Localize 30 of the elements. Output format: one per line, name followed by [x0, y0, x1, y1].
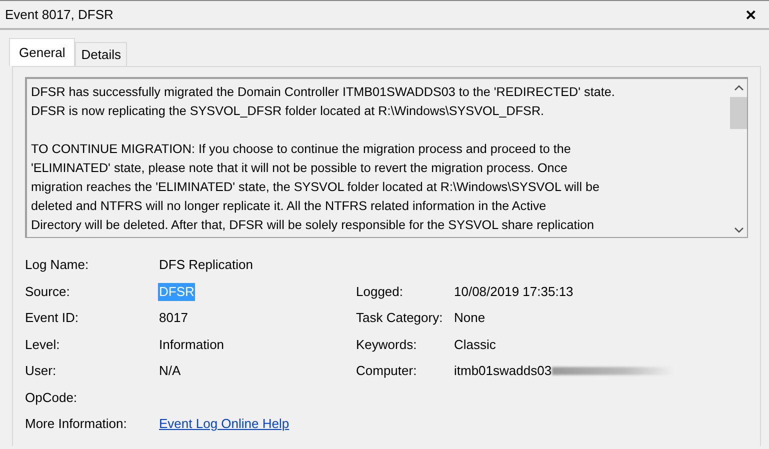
field-value: DFSR	[158, 282, 196, 300]
field-value: Information	[159, 336, 224, 354]
field-value: 8017	[159, 309, 188, 327]
field-label: OpCode:	[25, 388, 78, 406]
help-link[interactable]: Event Log Online Help	[159, 415, 290, 433]
field-label: Log Name:	[25, 256, 90, 274]
close-button[interactable]: ✕	[739, 6, 763, 22]
scroll-thumb[interactable]	[730, 97, 747, 129]
field-label: Event ID:	[25, 309, 80, 327]
field-value: None	[454, 309, 486, 327]
field-label: Level:	[25, 336, 61, 354]
tab[interactable]: Details	[75, 42, 127, 66]
field-label: User:	[25, 362, 58, 380]
description-paragraph: DFSR has successfully migrated the Domain Controller ITMB01SWADDS03 to the 'REDIRECTED' state. DFSR is now replicating the SYSVOL_DFSR folder located at R:\Windows\SYSVOL_DFSR.	[31, 84, 616, 120]
field-value: itmb01swadds03	[454, 362, 552, 380]
description-paragraph: TO CONTINUE MIGRATION: If you choose to continue the migration process and proceed to the 'ELIMINATED' state, please note that it will not be possible to revert the migration process. Once migration reaches the 'ELIMINATED' state, the SYSVOL folder located at R:\Windows\SYSVOL will be deleted and NTFRS will no longer replicate it. All the NTFRS related information in the Active Directory will be deleted. After that, DFSR will be solely responsible for the SYSVOL share replication	[31, 141, 601, 234]
field-label: Source:	[25, 282, 71, 300]
tab[interactable]: General	[9, 38, 76, 66]
field-label: Task Category:	[356, 309, 444, 327]
scroll-down-icon[interactable]	[734, 227, 744, 233]
window-title: Event 8017, DFSR	[5, 7, 114, 22]
field-value: 10/08/2019 17:35:13	[454, 282, 574, 300]
field-value: Classic	[454, 336, 496, 354]
field-label: More Information:	[25, 415, 128, 433]
field-value: DFS Replication	[159, 256, 253, 274]
field-label: Keywords:	[356, 336, 418, 354]
field-label: Computer:	[356, 362, 418, 380]
field-value: N/A	[159, 362, 181, 380]
scroll-up-icon[interactable]	[734, 85, 744, 91]
field-label: Logged:	[356, 282, 404, 300]
